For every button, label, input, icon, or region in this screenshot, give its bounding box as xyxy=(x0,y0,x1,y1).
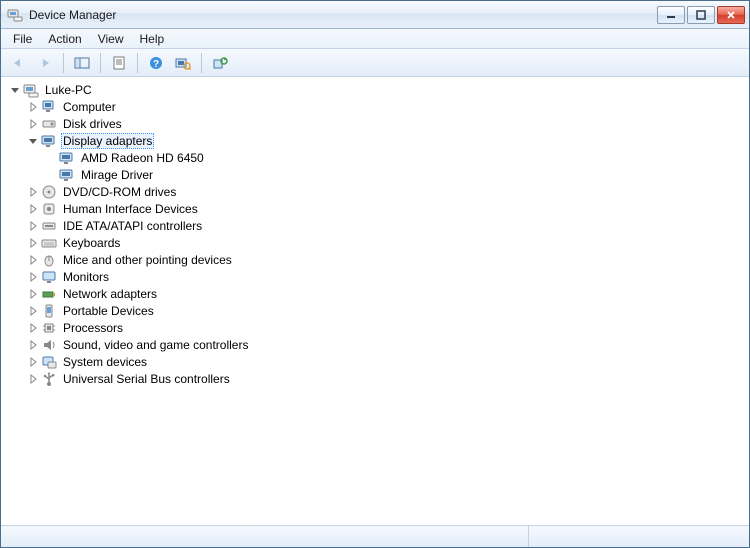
expand-icon[interactable] xyxy=(27,237,39,249)
tree-item-label[interactable]: Portable Devices xyxy=(61,304,156,318)
tree-item-label[interactable]: Universal Serial Bus controllers xyxy=(61,372,232,386)
tree-root-label[interactable]: Luke-PC xyxy=(43,83,94,97)
tree-item-label[interactable]: IDE ATA/ATAPI controllers xyxy=(61,219,204,233)
toolbar-separator xyxy=(201,53,202,73)
usb-icon xyxy=(41,371,57,387)
display-adapter-icon xyxy=(41,133,57,149)
monitor-icon xyxy=(41,269,57,285)
scan-hardware-button[interactable] xyxy=(172,52,194,74)
tree-category-sound[interactable]: Sound, video and game controllers xyxy=(27,336,749,353)
show-hide-tree-button[interactable] xyxy=(71,52,93,74)
forward-button[interactable] xyxy=(34,52,56,74)
expand-icon[interactable] xyxy=(27,186,39,198)
update-driver-button[interactable] xyxy=(209,52,231,74)
tree-item-label[interactable]: Network adapters xyxy=(61,287,159,301)
tree-category-hid[interactable]: Human Interface Devices xyxy=(27,200,749,217)
back-button[interactable] xyxy=(7,52,29,74)
mouse-icon xyxy=(41,252,57,268)
expand-icon[interactable] xyxy=(27,203,39,215)
toolbar-separator xyxy=(137,53,138,73)
tree-item-label[interactable]: AMD Radeon HD 6450 xyxy=(79,151,206,165)
toolbar: ? xyxy=(1,49,749,77)
tree-category-mice[interactable]: Mice and other pointing devices xyxy=(27,251,749,268)
keyboard-icon xyxy=(41,235,57,251)
expand-icon[interactable] xyxy=(27,220,39,232)
tree-item-label[interactable]: Keyboards xyxy=(61,236,122,250)
expand-icon[interactable] xyxy=(27,288,39,300)
tree-category-monitors[interactable]: Monitors xyxy=(27,268,749,285)
tree-item-label[interactable]: Processors xyxy=(61,321,125,335)
computer-icon xyxy=(41,99,57,115)
tree-category-disk-drives[interactable]: Disk drives xyxy=(27,115,749,132)
tree-root[interactable]: Luke-PC xyxy=(9,81,749,98)
menu-action[interactable]: Action xyxy=(40,30,89,48)
collapse-icon[interactable] xyxy=(27,135,39,147)
status-pane-left xyxy=(1,526,529,547)
portable-device-icon xyxy=(41,303,57,319)
tree-device-amd-radeon[interactable]: AMD Radeon HD 6450 xyxy=(45,149,749,166)
hid-icon xyxy=(41,201,57,217)
dvd-drive-icon xyxy=(41,184,57,200)
network-adapter-icon xyxy=(41,286,57,302)
tree-item-label[interactable]: Disk drives xyxy=(61,117,124,131)
toolbar-separator xyxy=(63,53,64,73)
window-controls xyxy=(657,6,745,24)
help-button[interactable]: ? xyxy=(145,52,167,74)
device-tree-pane[interactable]: Luke-PC Computer Disk drives xyxy=(1,77,749,525)
tree-item-label[interactable]: Mirage Driver xyxy=(79,168,155,182)
tree-category-keyboards[interactable]: Keyboards xyxy=(27,234,749,251)
processor-icon xyxy=(41,320,57,336)
menu-view[interactable]: View xyxy=(90,30,132,48)
expand-icon[interactable] xyxy=(27,356,39,368)
tree-category-network[interactable]: Network adapters xyxy=(27,285,749,302)
tree-category-processors[interactable]: Processors xyxy=(27,319,749,336)
properties-button[interactable] xyxy=(108,52,130,74)
expand-icon[interactable] xyxy=(27,373,39,385)
menu-file[interactable]: File xyxy=(5,30,40,48)
expand-icon[interactable] xyxy=(27,339,39,351)
collapse-icon[interactable] xyxy=(9,84,21,96)
tree-item-label[interactable]: Mice and other pointing devices xyxy=(61,253,234,267)
tree-item-label[interactable]: Sound, video and game controllers xyxy=(61,338,250,352)
tree-item-label[interactable]: Monitors xyxy=(61,270,111,284)
tree-item-label[interactable]: Computer xyxy=(61,100,118,114)
svg-text:?: ? xyxy=(153,59,159,70)
tree-item-label[interactable]: DVD/CD-ROM drives xyxy=(61,185,178,199)
status-pane-right xyxy=(529,526,749,547)
expand-icon[interactable] xyxy=(27,101,39,113)
expand-icon[interactable] xyxy=(27,254,39,266)
ide-controller-icon xyxy=(41,218,57,234)
disk-drive-icon xyxy=(41,116,57,132)
sound-icon xyxy=(41,337,57,353)
menu-bar: File Action View Help xyxy=(1,29,749,49)
tree-category-system[interactable]: System devices xyxy=(27,353,749,370)
app-icon xyxy=(7,7,23,23)
minimize-button[interactable] xyxy=(657,6,685,24)
expand-icon[interactable] xyxy=(27,118,39,130)
tree-device-mirage-driver[interactable]: Mirage Driver xyxy=(45,166,749,183)
tree-category-ide[interactable]: IDE ATA/ATAPI controllers xyxy=(27,217,749,234)
display-adapter-icon xyxy=(59,150,75,166)
expand-icon[interactable] xyxy=(27,271,39,283)
title-bar: Device Manager xyxy=(1,1,749,29)
close-button[interactable] xyxy=(717,6,745,24)
toolbar-separator xyxy=(100,53,101,73)
status-bar xyxy=(1,525,749,547)
tree-item-label[interactable]: Human Interface Devices xyxy=(61,202,200,216)
computer-root-icon xyxy=(23,82,39,98)
tree-category-dvd[interactable]: DVD/CD-ROM drives xyxy=(27,183,749,200)
system-device-icon xyxy=(41,354,57,370)
window-title: Device Manager xyxy=(29,8,657,22)
tree-category-computer[interactable]: Computer xyxy=(27,98,749,115)
expand-icon[interactable] xyxy=(27,322,39,334)
tree-category-portable[interactable]: Portable Devices xyxy=(27,302,749,319)
maximize-button[interactable] xyxy=(687,6,715,24)
tree-category-display-adapters[interactable]: Display adapters xyxy=(27,132,749,149)
tree-item-label[interactable]: System devices xyxy=(61,355,149,369)
tree-item-label[interactable]: Display adapters xyxy=(61,133,154,149)
display-adapter-icon xyxy=(59,167,75,183)
expand-icon[interactable] xyxy=(27,305,39,317)
tree-category-usb[interactable]: Universal Serial Bus controllers xyxy=(27,370,749,387)
menu-help[interactable]: Help xyxy=(132,30,173,48)
